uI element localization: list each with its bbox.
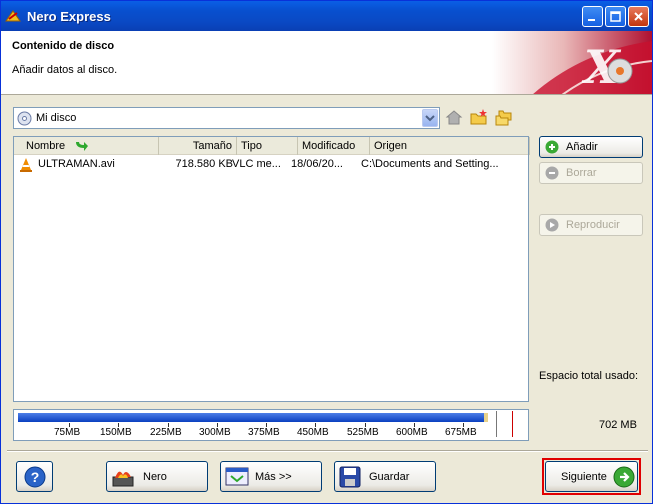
gauge-tick-label: 375MB xyxy=(248,427,280,438)
page-subtitle: Añadir datos al disco. xyxy=(12,64,118,76)
add-button[interactable]: Añadir xyxy=(539,136,643,158)
capacity-fill xyxy=(18,413,484,422)
page-title: Contenido de disco xyxy=(12,40,115,52)
disc-selector[interactable]: Mi disco xyxy=(13,107,440,129)
save-disk-icon xyxy=(339,466,361,488)
file-modified: 18/06/20... xyxy=(291,158,343,170)
capacity-limit-marker xyxy=(512,411,513,437)
save-button[interactable]: Guardar xyxy=(334,461,436,492)
nero-express-window: Nero Express Contenido de disco Añadir d… xyxy=(0,0,653,504)
help-icon: ? xyxy=(24,466,46,488)
help-button[interactable]: ? xyxy=(16,461,53,492)
nero-button[interactable]: Nero xyxy=(106,461,208,492)
add-icon xyxy=(545,140,559,154)
window-title: Nero Express xyxy=(27,9,111,24)
file-type: VLC me... xyxy=(232,158,281,170)
vlc-cone-icon xyxy=(20,158,32,172)
capacity-marker xyxy=(496,411,497,437)
options-icon xyxy=(225,467,249,486)
folders-icon[interactable] xyxy=(494,108,514,128)
disc-selector-value: Mi disco xyxy=(36,112,77,124)
nero-flame-icon xyxy=(112,471,134,487)
file-origin: C:\Documents and Setting... xyxy=(361,158,499,170)
sort-arrow-icon xyxy=(76,142,88,151)
space-used-label: Espacio total usado: xyxy=(539,370,639,382)
gauge-tick-label: 150MB xyxy=(100,427,132,438)
column-header-origin[interactable]: Origen xyxy=(370,137,530,155)
divider xyxy=(7,450,648,452)
file-name: ULTRAMAN.avi xyxy=(38,158,115,170)
chevron-down-icon[interactable] xyxy=(422,109,438,127)
page-header: Contenido de disco Añadir datos al disco… xyxy=(1,31,652,95)
capacity-overburn-zone xyxy=(484,413,488,422)
more-button[interactable]: Más >> xyxy=(220,461,322,492)
svg-text:?: ? xyxy=(31,469,40,485)
file-list[interactable]: Nombre Tamaño Tipo Modificado Origen ULT… xyxy=(13,136,530,402)
gauge-tick-label: 225MB xyxy=(150,427,182,438)
delete-button[interactable]: Borrar xyxy=(539,162,643,184)
close-button[interactable] xyxy=(628,6,649,27)
new-folder-icon[interactable] xyxy=(469,108,489,128)
column-header-size[interactable]: Tamaño xyxy=(159,137,237,155)
gauge-tick-label: 450MB xyxy=(297,427,329,438)
gauge-tick-label: 525MB xyxy=(347,427,379,438)
space-used-value: 702 MB xyxy=(599,419,637,431)
nero-app-icon xyxy=(5,8,21,24)
minimize-button[interactable] xyxy=(582,6,603,27)
remove-icon xyxy=(545,166,559,180)
capacity-gauge: 75MB 150MB 225MB 300MB 375MB 450MB 525MB… xyxy=(13,409,529,441)
column-header-modified[interactable]: Modificado xyxy=(298,137,370,155)
table-row[interactable]: ULTRAMAN.avi 718.580 KB VLC me... 18/06/… xyxy=(14,156,528,173)
title-bar: Nero Express xyxy=(1,1,652,31)
gauge-tick-label: 300MB xyxy=(199,427,231,438)
maximize-button[interactable] xyxy=(605,6,626,27)
play-button[interactable]: Reproducir xyxy=(539,214,643,236)
gauge-tick-label: 675MB xyxy=(445,427,477,438)
gauge-tick-label: 600MB xyxy=(396,427,428,438)
up-folder-icon[interactable] xyxy=(444,108,464,128)
file-size: 718.580 KB xyxy=(175,158,234,170)
column-header-name[interactable]: Nombre xyxy=(14,137,159,155)
next-arrow-icon xyxy=(613,466,635,488)
next-button[interactable]: Siguiente xyxy=(545,461,638,492)
nero-logo-graphic: X xyxy=(492,31,652,94)
disc-icon xyxy=(17,111,32,126)
column-header-type[interactable]: Tipo xyxy=(237,137,298,155)
play-icon xyxy=(545,218,559,232)
gauge-tick-label: 75MB xyxy=(54,427,81,438)
file-list-header: Nombre Tamaño Tipo Modificado Origen xyxy=(14,137,530,155)
